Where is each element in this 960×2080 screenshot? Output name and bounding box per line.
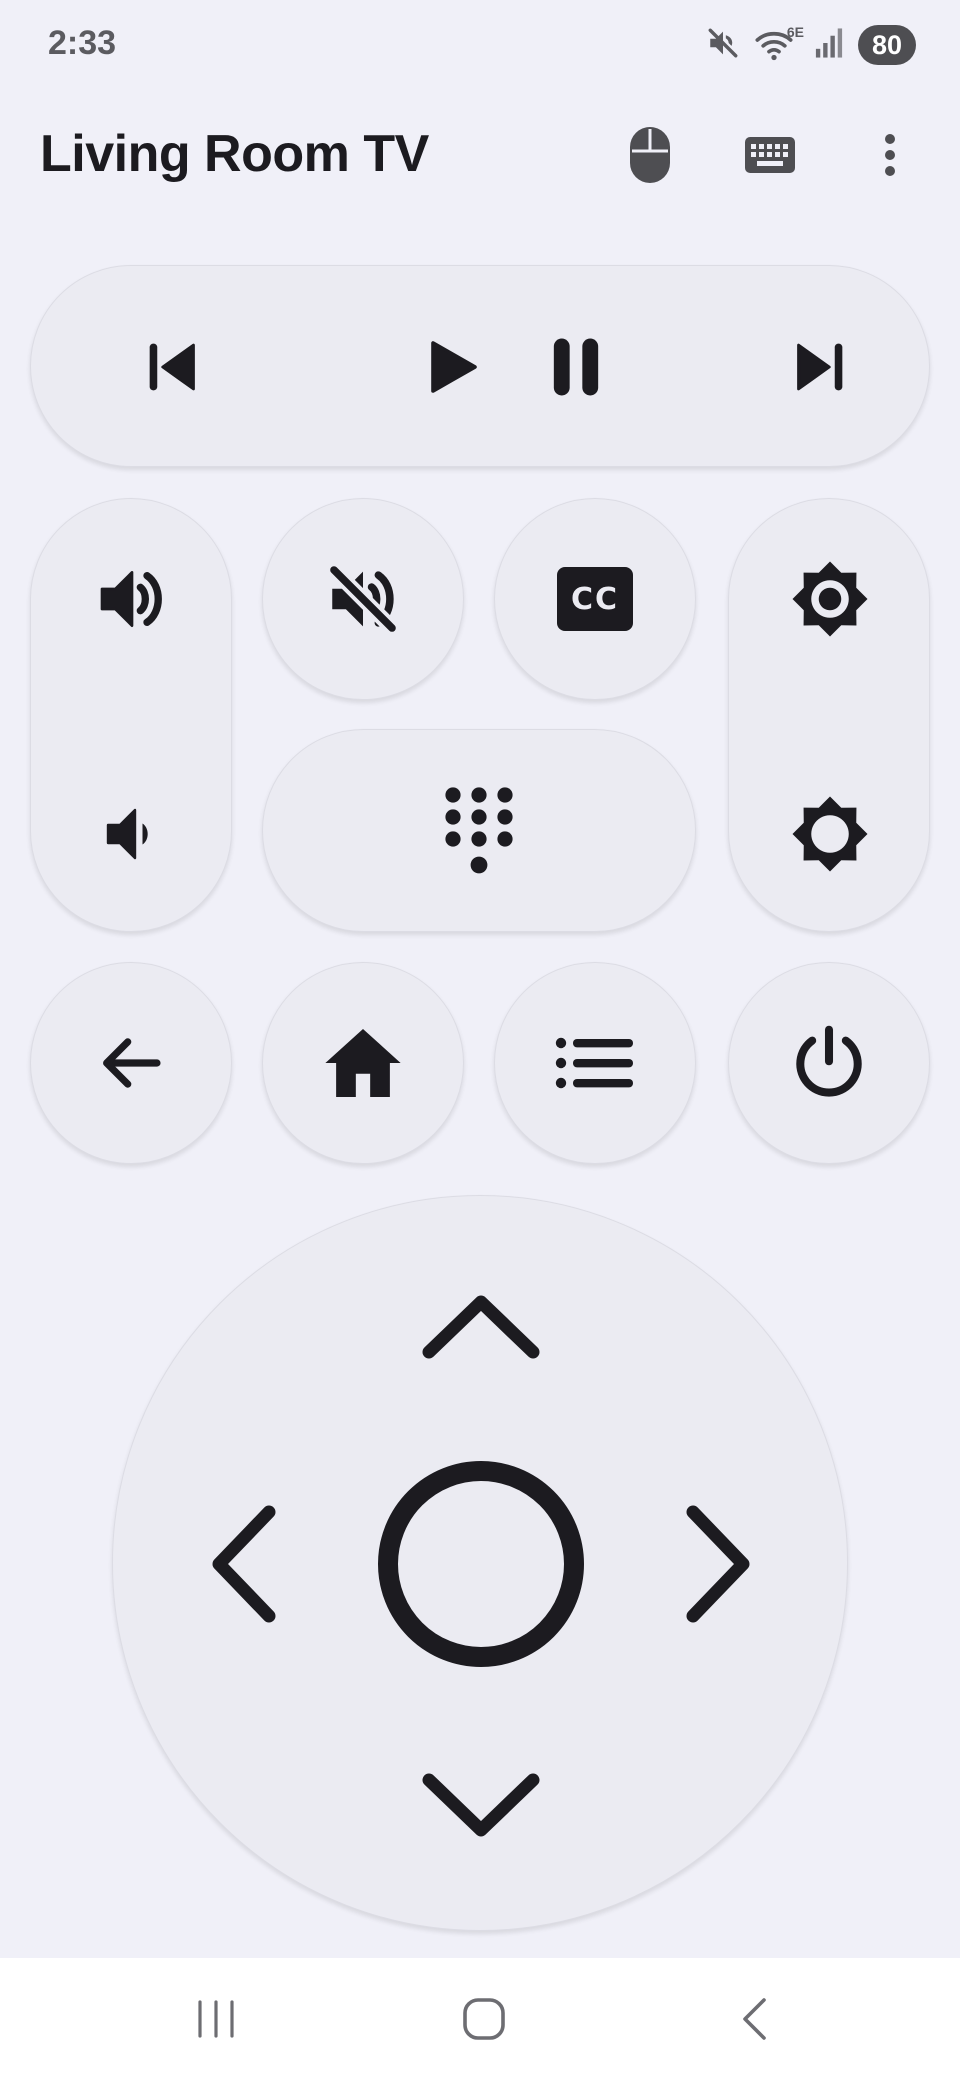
media-controls-bar [30,265,930,467]
pause-button[interactable] [516,312,636,422]
keyboard-icon [745,137,795,173]
more-vert-icon [885,134,895,176]
system-nav-bar [0,1958,960,2080]
mute-icon [706,26,740,65]
status-bar: 2:33 6E 80 [0,0,960,90]
keyboard-button[interactable] [738,118,802,192]
network-label: 6E [786,24,804,40]
brightness-control [728,498,930,932]
skip-previous-icon [149,343,195,391]
volume-off-icon [326,562,400,636]
brightness-down-icon [792,796,868,872]
page-title: Living Room TV [40,125,429,183]
chevron-right-icon [686,1505,750,1623]
skip-previous-button[interactable] [113,312,233,422]
dialpad-icon [445,786,513,873]
home-icon [325,1028,401,1098]
mouse-icon [630,127,670,183]
home-button[interactable] [262,962,464,1164]
battery-icon: 80 [858,25,916,65]
play-button[interactable] [391,312,511,422]
back-button[interactable] [30,962,232,1164]
ok-circle-icon [378,1461,584,1667]
brightness-up-button[interactable] [729,519,931,679]
captions-button[interactable]: CC [494,498,696,700]
home-outline-icon [463,1998,505,2040]
wifi-icon: 6E [754,24,804,62]
power-button[interactable] [728,962,930,1164]
status-icons: 6E 80 [706,24,916,66]
recents-button[interactable] [156,1958,276,2080]
volume-down-icon [106,808,148,860]
status-time: 2:33 [48,24,117,62]
dpad-left-button[interactable] [173,1476,313,1652]
chevron-up-icon [422,1295,540,1359]
volume-down-button[interactable] [31,754,233,914]
pause-icon [553,338,599,396]
power-icon [796,1025,862,1097]
dpad-right-button[interactable] [649,1476,789,1652]
system-back-button[interactable] [694,1958,814,2080]
mute-button[interactable] [262,498,464,700]
menu-list-button[interactable] [494,962,696,1164]
battery-level: 80 [871,29,903,60]
system-home-button[interactable] [424,1958,544,2080]
chevron-down-icon [422,1773,540,1837]
dpad [112,1195,848,1931]
volume-up-icon [100,571,162,627]
list-icon [555,1037,633,1089]
dpad-ok-button[interactable] [377,1460,585,1668]
brightness-up-icon [792,561,868,637]
dpad-down-button[interactable] [393,1736,569,1876]
skip-next-icon [797,343,843,391]
chevron-left-icon [212,1505,276,1623]
dpad-up-button[interactable] [393,1256,569,1396]
closed-caption-icon: CC [557,567,633,631]
arrow-back-icon [103,1038,161,1088]
skip-next-button[interactable] [759,312,879,422]
recents-icon [198,2000,234,2038]
back-chevron-icon [743,1998,766,2040]
volume-control [30,498,232,932]
numpad-button[interactable] [262,729,696,932]
play-icon [431,341,477,393]
more-options-button[interactable] [858,118,922,192]
volume-up-button[interactable] [31,519,233,679]
mouse-button[interactable] [618,118,682,192]
captions-label: CC [570,581,620,617]
brightness-down-button[interactable] [729,754,931,914]
signal-icon [814,27,844,64]
